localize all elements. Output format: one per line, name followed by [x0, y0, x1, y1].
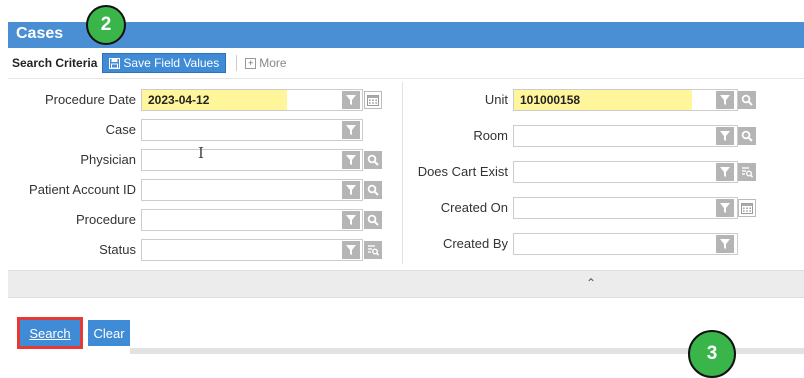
status-label: Status — [99, 242, 136, 257]
physician-label: Physician — [80, 152, 136, 167]
save-field-values-label: Save Field Values — [123, 56, 220, 70]
unit-value: 101000158 — [520, 93, 581, 107]
room-label: Room — [473, 128, 508, 143]
save-icon — [109, 57, 121, 69]
case-label: Case — [105, 122, 136, 137]
text-cursor-icon: I — [198, 144, 204, 162]
physician-filter-icon[interactable] — [342, 151, 360, 169]
cases-header: Cases — [8, 22, 804, 48]
chevron-up-icon[interactable]: ⌃ — [586, 276, 596, 290]
created-by-input[interactable] — [513, 233, 738, 255]
does-cart-exist-input[interactable] — [513, 161, 738, 183]
does-cart-exist-list-search-icon[interactable] — [738, 163, 756, 181]
patient-account-id-input[interactable] — [141, 179, 363, 201]
case-filter-icon[interactable] — [342, 121, 360, 139]
created-on-filter-icon[interactable] — [716, 199, 734, 217]
case-input[interactable] — [141, 119, 363, 141]
physician-search-icon[interactable] — [364, 151, 382, 169]
toolbar-divider — [236, 55, 238, 71]
room-filter-icon[interactable] — [716, 127, 734, 145]
procedure-input[interactable] — [141, 209, 363, 231]
physician-input[interactable] — [141, 149, 363, 171]
patient-account-id-label: Patient Account ID — [29, 182, 136, 197]
procedure-date-filter-icon[interactable] — [342, 91, 360, 109]
created-on-calendar-icon[interactable] — [738, 199, 756, 217]
status-list-search-icon[interactable] — [364, 241, 382, 259]
search-button-label: Search — [29, 325, 71, 341]
column-divider — [402, 82, 403, 264]
page-title: Cases — [16, 25, 64, 42]
room-input[interactable] — [513, 125, 738, 147]
search-button[interactable]: Search — [17, 317, 83, 349]
collapse-panel-bar[interactable]: ⌃ — [8, 270, 804, 298]
unit-input[interactable]: 101000158 — [513, 89, 738, 111]
unit-search-icon[interactable] — [738, 91, 756, 109]
procedure-label: Procedure — [76, 212, 136, 227]
created-by-label: Created By — [442, 236, 508, 251]
unit-label: Unit — [484, 92, 508, 107]
save-field-values-button[interactable]: Save Field Values — [102, 53, 227, 73]
procedure-search-icon[interactable] — [364, 211, 382, 229]
room-search-icon[interactable] — [738, 127, 756, 145]
procedure-date-input[interactable]: 2023-04-12 — [141, 89, 363, 111]
plus-box-icon: + — [245, 57, 257, 69]
created-on-label: Created On — [440, 200, 508, 215]
does-cart-exist-label: Does Cart Exist — [417, 164, 508, 179]
status-filter-icon[interactable] — [342, 241, 360, 259]
more-label: More — [259, 56, 287, 70]
procedure-date-calendar-icon[interactable] — [364, 91, 382, 109]
patient-account-id-filter-icon[interactable] — [342, 181, 360, 199]
step-marker-bottom: 3 — [688, 330, 736, 378]
procedure-date-label: Procedure Date — [44, 92, 136, 107]
more-button[interactable]: + More — [245, 56, 287, 70]
does-cart-exist-filter-icon[interactable] — [716, 163, 734, 181]
search-criteria-toolbar: Search Criteria Save Field Values + More — [8, 52, 287, 74]
patient-account-id-search-icon[interactable] — [364, 181, 382, 199]
created-by-filter-icon[interactable] — [716, 235, 734, 253]
unit-filter-icon[interactable] — [716, 91, 734, 109]
search-criteria-label: Search Criteria — [12, 56, 98, 70]
clear-button[interactable]: Clear — [88, 320, 130, 346]
procedure-date-value: 2023-04-12 — [148, 93, 210, 107]
created-on-input[interactable] — [513, 197, 738, 219]
status-input[interactable] — [141, 239, 363, 261]
step-marker-top: 2 — [86, 5, 126, 45]
procedure-filter-icon[interactable] — [342, 211, 360, 229]
